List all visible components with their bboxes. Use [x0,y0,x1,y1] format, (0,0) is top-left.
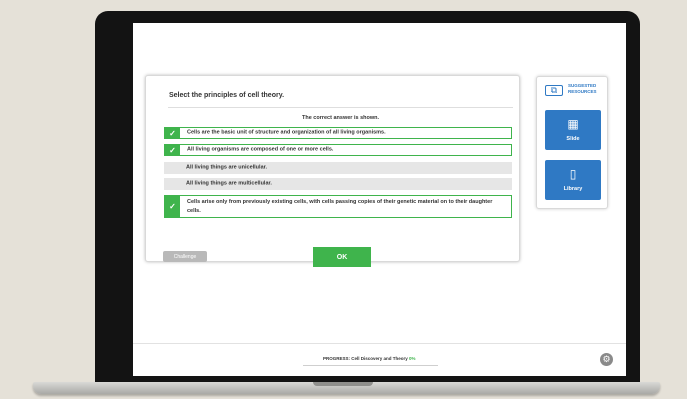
progress-text: PROGRESS: Cell Discovery and Theory [323,356,408,361]
resources-title: SUGGESTED RESOURCES [568,83,597,94]
suggested-resources-panel: ⧉ SUGGESTED RESOURCES ▦ Slide ▯ Library [536,76,608,209]
challenge-button[interactable]: Challenge [163,251,207,262]
answer-option-text: All living things are unicellular. [186,164,267,171]
checkmark-icon: ✓ [165,145,180,155]
answer-option-3[interactable]: All living things are unicellular. [164,162,512,174]
resources-header: ⧉ SUGGESTED RESOURCES [545,83,603,98]
library-label: Library [563,186,583,192]
progress-label: PROGRESS: Cell Discovery and Theory 0% [323,356,416,361]
resources-icon: ⧉ [545,85,563,96]
laptop-notch [313,382,373,386]
library-icon: ▯ [569,167,577,181]
settings-icon[interactable]: ⚙ [600,353,613,366]
slide-icon: ▦ [567,117,579,131]
checkmark-icon: ✓ [165,128,180,138]
progress-percent: 0% [409,356,416,361]
answer-option-1[interactable]: ✓ Cells are the basic unit of structure … [164,127,512,139]
library-button[interactable]: ▯ Library [545,160,601,200]
answer-option-2[interactable]: ✓ All living organisms are composed of o… [164,144,512,156]
answer-option-5[interactable]: ✓ Cells arise only from previously exist… [164,195,512,218]
progress-bar [303,365,438,366]
slide-label: Slide [566,136,580,142]
app-screen: Select the principles of cell theory. Th… [133,23,626,376]
prompt-divider [168,107,513,108]
question-prompt: Select the principles of cell theory. [169,92,285,99]
answer-option-text: All living things are multicellular. [186,180,272,187]
answer-option-text: Cells arise only from previously existin… [187,198,493,214]
answer-note: The correct answer is shown. [301,115,380,121]
progress-footer: PROGRESS: Cell Discovery and Theory 0% ⚙ [133,343,626,376]
answer-option-text: All living organisms are composed of one… [187,146,334,153]
slide-button[interactable]: ▦ Slide [545,110,601,150]
answer-option-text: Cells are the basic unit of structure an… [187,129,386,136]
checkmark-icon: ✓ [165,196,180,217]
question-card: Select the principles of cell theory. Th… [145,75,520,267]
ok-button[interactable]: OK [313,247,371,267]
answer-option-4[interactable]: All living things are multicellular. [164,178,512,190]
